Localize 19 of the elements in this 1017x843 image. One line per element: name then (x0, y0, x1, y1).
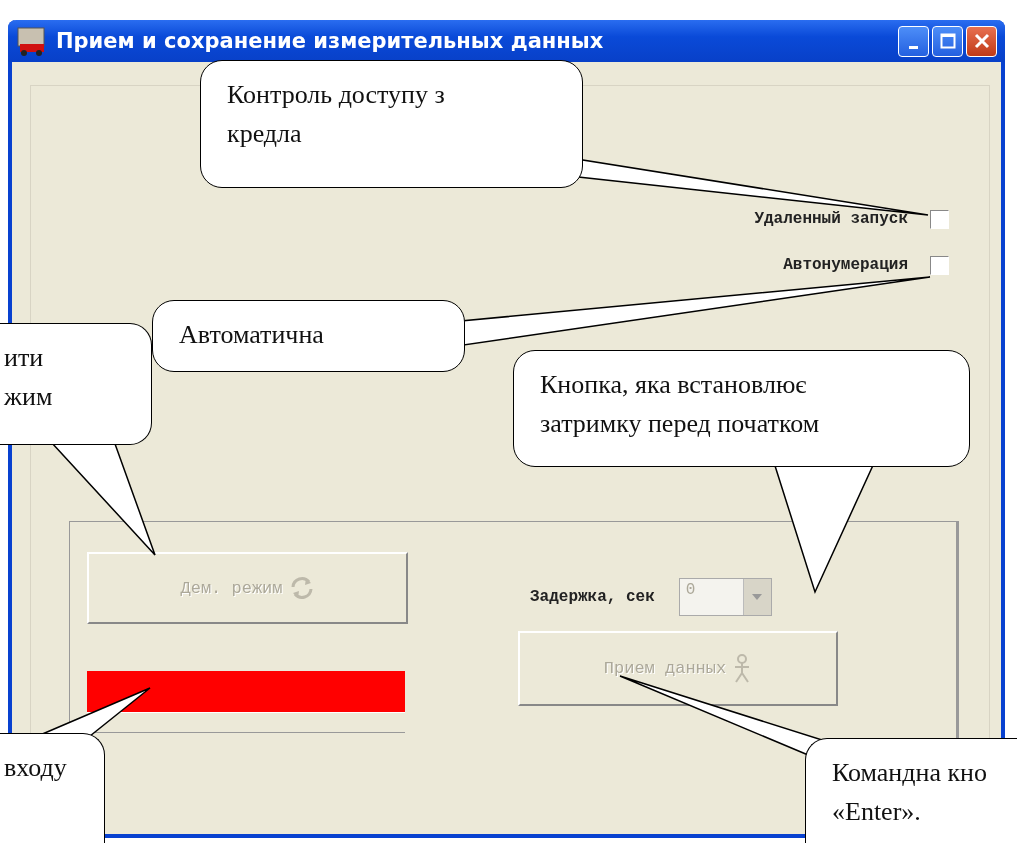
checkbox[interactable] (930, 209, 949, 229)
checkbox-label: Удаленный запуск (754, 210, 908, 228)
callout: входу (0, 733, 105, 843)
minimize-button[interactable] (898, 25, 929, 57)
close-button[interactable] (966, 25, 997, 57)
window-title: Прием и сохранение измерительных данных (56, 29, 605, 53)
caret-icon (752, 594, 763, 600)
checkbox-label: Автонумерация (783, 256, 908, 274)
delay-label: Задержка, сек (530, 588, 655, 606)
callout: Командна кно «Enter». (805, 738, 1017, 843)
app-icon (16, 26, 48, 56)
minimize-icon (909, 45, 918, 49)
callout: ити жим (0, 323, 152, 445)
checkbox[interactable] (930, 255, 949, 275)
callout: Автоматична (152, 300, 465, 372)
maximize-icon (939, 33, 956, 49)
close-icon (973, 33, 990, 49)
maximize-button[interactable] (932, 25, 963, 57)
callout: Контроль доступу з кредла (200, 60, 583, 188)
